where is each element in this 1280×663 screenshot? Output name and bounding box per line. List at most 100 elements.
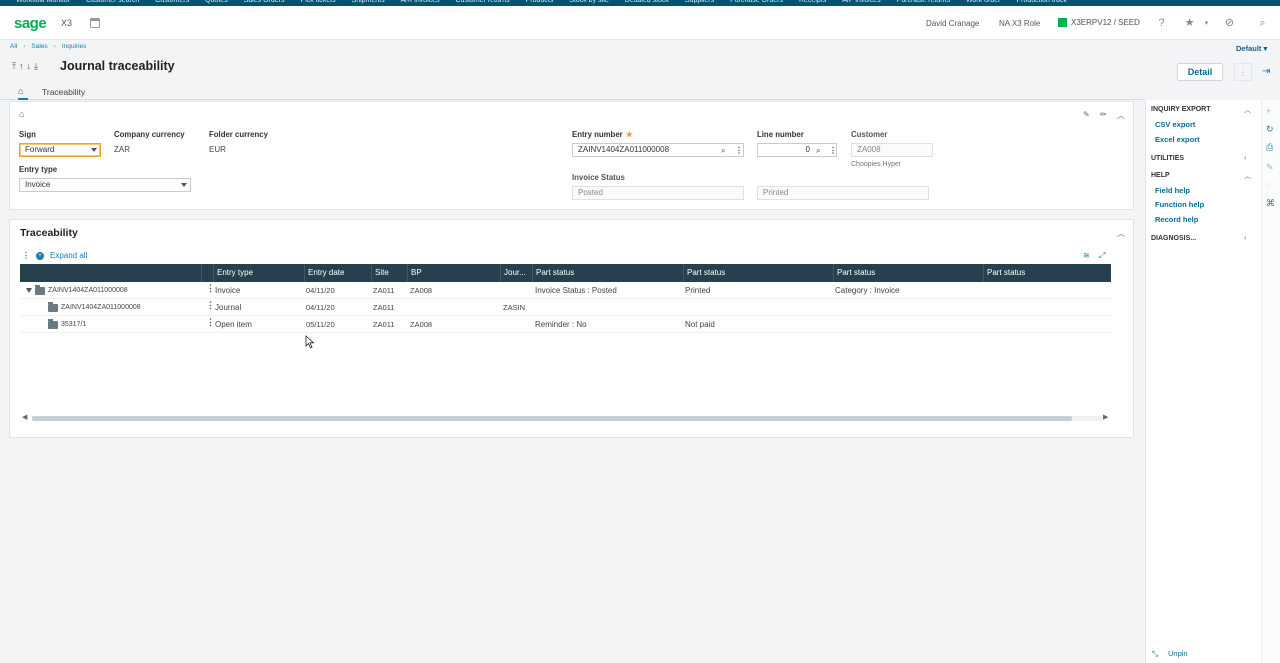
- record-help-link[interactable]: Record help: [1155, 215, 1198, 224]
- layers-icon[interactable]: ≋: [1083, 251, 1090, 260]
- column-header-part-status-2[interactable]: Part status: [683, 264, 833, 282]
- column-header-journal[interactable]: Jour...: [500, 264, 532, 282]
- top-menu-item[interactable]: Work order: [966, 0, 1001, 4]
- chevron-up-icon[interactable]: ︿: [1244, 171, 1251, 181]
- top-menu-item[interactable]: Customers: [155, 0, 189, 4]
- row-menu-icon[interactable]: ⋮: [206, 317, 215, 328]
- user-name[interactable]: David Cranage: [926, 19, 979, 28]
- excel-export-link[interactable]: Excel export: [1155, 135, 1200, 144]
- top-menu-item[interactable]: Detailed stock: [625, 0, 669, 4]
- function-help-link[interactable]: Function help: [1155, 200, 1204, 209]
- table-row[interactable]: ZAINV1404ZA011000008 ⋮ Invoice 04/11/20 …: [20, 283, 1111, 299]
- top-menu-item[interactable]: Production track: [1016, 0, 1067, 4]
- field-menu-icon[interactable]: ⋮: [735, 145, 743, 157]
- table-row[interactable]: ZAINV1404ZA011000008 ⋮ Journal 04/11/20 …: [20, 300, 1111, 316]
- top-menu-item[interactable]: Purchase returns: [897, 0, 950, 4]
- scroll-right-icon[interactable]: ▶: [1103, 413, 1108, 421]
- diagnosis-header[interactable]: DIAGNOSIS...: [1151, 235, 1196, 242]
- column-header-bp[interactable]: BP: [407, 264, 500, 282]
- tab-traceability[interactable]: Traceability: [42, 87, 85, 97]
- field-menu-icon[interactable]: ⋮: [829, 145, 837, 157]
- row-menu-icon[interactable]: ⋮: [206, 300, 215, 311]
- chevron-left-icon[interactable]: ‹: [1244, 235, 1246, 242]
- utilities-header[interactable]: UTILITIES: [1151, 155, 1184, 162]
- star-icon[interactable]: ★: [1183, 17, 1196, 30]
- unpin-icon[interactable]: ✎: [1083, 110, 1090, 119]
- breadcrumb-sales[interactable]: Sales: [31, 43, 47, 50]
- table-row[interactable]: 35317/1 ⋮ Open item 05/11/20 ZA011 ZA008…: [20, 317, 1111, 333]
- top-menu-item[interactable]: Stock by site: [569, 0, 609, 4]
- scroll-left-icon[interactable]: ◀: [22, 413, 27, 421]
- unpin-button[interactable]: ⤡ Unpin: [1152, 649, 1188, 659]
- top-menu-item[interactable]: Shipments: [352, 0, 385, 4]
- column-header-part-status-1[interactable]: Part status: [532, 264, 683, 282]
- horizontal-scrollbar[interactable]: ◀ ▶: [20, 414, 1111, 422]
- first-record-icon[interactable]: ⤒: [12, 61, 16, 72]
- column-header-part-status-4[interactable]: Part status: [983, 264, 1111, 282]
- entry-type-select[interactable]: Invoice: [19, 178, 191, 192]
- help-header[interactable]: HELP: [1151, 172, 1170, 179]
- search-icon[interactable]: ⌕: [816, 145, 820, 157]
- search-icon[interactable]: ⌕: [721, 145, 725, 157]
- last-record-icon[interactable]: ⤓: [34, 61, 38, 72]
- scrollbar-thumb[interactable]: [32, 416, 1072, 421]
- top-menu-item[interactable]: Quotes: [205, 0, 228, 4]
- column-header-site[interactable]: Site: [371, 264, 407, 282]
- top-menu-item[interactable]: Receipts: [799, 0, 826, 4]
- expand-all-button[interactable]: ⋮ + Expand all: [22, 251, 87, 260]
- calendar-icon[interactable]: [90, 18, 100, 28]
- top-menu-item[interactable]: Workflow Monitor: [16, 0, 70, 4]
- top-menu-item[interactable]: Products: [526, 0, 554, 4]
- top-menu-item[interactable]: Pick tickets: [301, 0, 336, 4]
- grid-menu-icon[interactable]: ⋮: [22, 251, 30, 260]
- field-help-link[interactable]: Field help: [1155, 186, 1190, 195]
- column-header-entry-date[interactable]: Entry date: [304, 264, 371, 282]
- search-icon[interactable]: ⌕: [1256, 17, 1269, 30]
- exit-icon[interactable]: ⇥: [1262, 66, 1270, 77]
- default-view-selector[interactable]: Default ▾: [1236, 44, 1267, 53]
- sage-logo[interactable]: sage: [14, 15, 47, 32]
- print-icon[interactable]: ⎙: [1266, 142, 1273, 153]
- previous-record-icon[interactable]: ↑: [19, 61, 24, 72]
- chevron-left-icon[interactable]: ‹: [1244, 155, 1246, 162]
- edit-icon[interactable]: ✏: [1100, 110, 1107, 119]
- more-actions-icon[interactable]: ⋮: [1234, 63, 1252, 81]
- column-header-entry-type[interactable]: Entry type: [213, 264, 304, 282]
- compass-icon[interactable]: ⊘: [1223, 17, 1236, 30]
- breadcrumb-inquiries[interactable]: Inquiries: [62, 43, 87, 50]
- fullscreen-icon[interactable]: ⤢: [1099, 251, 1105, 261]
- home-icon[interactable]: ⌂: [18, 86, 23, 96]
- line-number-field[interactable]: 0 ⌕ ⋮: [757, 143, 837, 157]
- detail-button[interactable]: Detail: [1177, 63, 1223, 81]
- edit-icon[interactable]: ✎: [1266, 162, 1274, 173]
- folder-selector[interactable]: X3ERPV12 / SEED: [1058, 18, 1140, 27]
- chevron-up-icon[interactable]: ︿: [1117, 228, 1125, 239]
- column-header-part-status-3[interactable]: Part status: [833, 264, 983, 282]
- entry-number-field[interactable]: ZAINV1404ZA011000008 ⌕ ⋮: [572, 143, 744, 157]
- inquiry-export-header[interactable]: INQUIRY EXPORT: [1151, 106, 1211, 113]
- row-menu-icon[interactable]: ⋮: [206, 283, 215, 294]
- top-menu-item[interactable]: Purchase Orders: [730, 0, 783, 4]
- top-menu-item[interactable]: A/R invoices: [401, 0, 440, 4]
- top-menu-item[interactable]: A/P invoices: [842, 0, 880, 4]
- add-icon[interactable]: +: [1266, 106, 1271, 116]
- next-record-icon[interactable]: ↓: [26, 61, 31, 72]
- top-menu-item[interactable]: Sales Orders: [244, 0, 285, 4]
- sign-select[interactable]: Forward: [19, 143, 101, 157]
- refresh-icon[interactable]: ↻: [1266, 124, 1274, 135]
- breadcrumb-all[interactable]: All: [10, 43, 17, 50]
- top-menu-item[interactable]: Suppliers: [685, 0, 714, 4]
- comment-icon[interactable]: ◌: [1266, 180, 1271, 190]
- user-role[interactable]: NA X3 Role: [999, 19, 1040, 28]
- chevron-up-icon[interactable]: ︿: [1117, 110, 1125, 121]
- column-header-tree[interactable]: [20, 264, 201, 282]
- top-menu-item[interactable]: Customer returns: [456, 0, 510, 4]
- chevron-down-icon[interactable]: ▾: [1200, 17, 1213, 30]
- home-icon[interactable]: ⌂: [19, 109, 24, 119]
- help-icon[interactable]: ?: [1155, 17, 1168, 30]
- chevron-up-icon[interactable]: ︿: [1244, 105, 1251, 115]
- attachment-icon[interactable]: ⌘: [1266, 198, 1275, 209]
- top-menu-item[interactable]: Customer search: [86, 0, 139, 4]
- csv-export-link[interactable]: CSV export: [1155, 120, 1195, 129]
- collapse-toggle-icon[interactable]: [26, 288, 32, 293]
